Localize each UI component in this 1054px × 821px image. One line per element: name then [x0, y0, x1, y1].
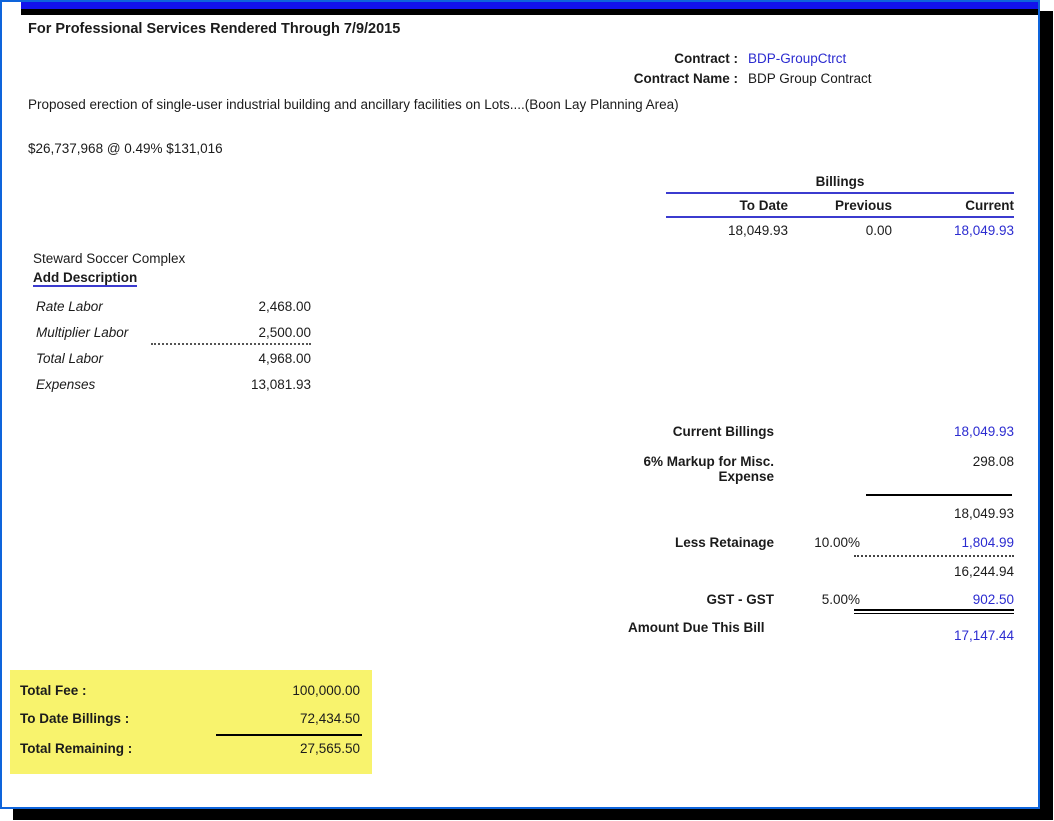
spacer: [600, 506, 774, 521]
total-fee-value: 100,000.00: [292, 682, 360, 700]
top-rule-black-bar: [21, 9, 1038, 15]
phase-row-label: Expenses: [33, 372, 95, 398]
fee-totals-highlight-box: Total Fee : 100,000.00 To Date Billings …: [10, 670, 372, 774]
fee-basis-line: $26,737,968 @ 0.49% $131,016: [28, 141, 223, 156]
billings-col-to-date: To Date: [666, 194, 788, 216]
report-top-rule: [21, 2, 1038, 15]
billings-current-value[interactable]: 18,049.93: [892, 222, 1014, 240]
subtotal-after-markup-row: 18,049.93: [600, 506, 1014, 521]
contract-row: Contract : BDP-GroupCtrct: [538, 49, 1018, 69]
billings-table: Billings To Date Previous Current 18,049…: [666, 172, 1014, 240]
contract-value-link[interactable]: BDP-GroupCtrct: [748, 49, 846, 69]
current-billings-pct: [774, 424, 860, 439]
spacer: [800, 620, 860, 643]
spacer: [774, 506, 860, 521]
invoice-preview-window: For Professional Services Rendered Throu…: [0, 0, 1040, 809]
amount-due-value[interactable]: 17,147.44: [860, 620, 1014, 643]
spacer: [600, 564, 774, 579]
billings-table-header-row: To Date Previous Current: [666, 194, 1014, 218]
billings-table-title: Billings: [666, 172, 1014, 194]
markup-pct: [774, 454, 860, 484]
current-billings-value[interactable]: 18,049.93: [860, 424, 1014, 439]
billings-previous-value: 0.00: [788, 222, 892, 240]
amount-due-row: Amount Due This Bill 17,147.44: [600, 620, 1014, 643]
amount-due-double-rule: [854, 609, 1014, 614]
contract-name-label: Contract Name :: [538, 69, 738, 89]
retainage-row: Less Retainage 10.00% 1,804.99: [600, 535, 1014, 550]
add-description-link[interactable]: Add Description: [33, 270, 137, 287]
phase-row-rate-labor: Rate Labor 2,468.00: [33, 294, 311, 320]
billings-to-date-value: 18,049.93: [666, 222, 788, 240]
markup-label: 6% Markup for Misc. Expense: [600, 454, 774, 484]
current-billings-row: Current Billings 18,049.93: [600, 424, 1014, 439]
phase-row-total-labor: Total Labor 4,968.00: [33, 346, 311, 372]
total-remaining-row: Total Remaining : 27,565.50: [10, 740, 372, 758]
amount-due-label: Amount Due This Bill: [600, 620, 800, 643]
gst-row: GST - GST 5.00% 902.50: [600, 592, 1014, 607]
phase-detail-block: Steward Soccer Complex Add Description R…: [33, 250, 311, 398]
billing-summary-block: Current Billings 18,049.93 6% Markup for…: [600, 418, 1014, 663]
gst-pct: 5.00%: [774, 592, 860, 607]
phase-row-label: Rate Labor: [33, 294, 103, 320]
phase-row-expenses: Expenses 13,081.93: [33, 372, 311, 398]
to-date-billings-row: To Date Billings : 72,434.50: [10, 710, 372, 728]
markup-label-line1: 6% Markup for Misc.: [643, 454, 774, 469]
phase-row-label: Multiplier Labor: [33, 320, 128, 346]
contract-label: Contract :: [538, 49, 738, 69]
retainage-label: Less Retainage: [600, 535, 774, 550]
to-date-billings-label: To Date Billings :: [20, 710, 129, 728]
markup-subtotal-rule: [866, 494, 1012, 496]
phase-name: Steward Soccer Complex: [33, 250, 311, 268]
subtotal-after-retainage-value: 16,244.94: [860, 564, 1014, 579]
spacer: [774, 564, 860, 579]
total-remaining-label: Total Remaining :: [20, 740, 132, 758]
markup-value: 298.08: [860, 454, 1014, 484]
totals-subtotal-rule: [216, 734, 362, 736]
billings-col-current: Current: [892, 194, 1014, 216]
contract-block: Contract : BDP-GroupCtrct Contract Name …: [538, 49, 1018, 89]
project-description: Proposed erection of single-user industr…: [28, 97, 679, 112]
contract-name-row: Contract Name : BDP Group Contract: [538, 69, 1018, 89]
total-fee-label: Total Fee :: [20, 682, 87, 700]
top-rule-blue-bar: [21, 2, 1038, 9]
retainage-pct: 10.00%: [774, 535, 860, 550]
report-title: For Professional Services Rendered Throu…: [28, 21, 400, 37]
gst-value[interactable]: 902.50: [860, 592, 1014, 607]
retainage-dotted-rule: [854, 555, 1014, 557]
subtotal-after-retainage-row: 16,244.94: [600, 564, 1014, 579]
gst-label: GST - GST: [600, 592, 774, 607]
total-fee-row: Total Fee : 100,000.00: [10, 682, 372, 700]
subtotal-after-markup-value: 18,049.93: [860, 506, 1014, 521]
phase-row-label: Total Labor: [33, 346, 103, 372]
phase-rows: Rate Labor 2,468.00 Multiplier Labor 2,5…: [33, 294, 311, 398]
phase-row-value: 2,500.00: [191, 320, 311, 346]
contract-name-value: BDP Group Contract: [748, 69, 872, 89]
markup-label-line2: Expense: [718, 469, 774, 484]
total-remaining-value: 27,565.50: [300, 740, 360, 758]
billings-table-value-row: 18,049.93 0.00 18,049.93: [666, 218, 1014, 240]
to-date-billings-value: 72,434.50: [300, 710, 360, 728]
markup-row: 6% Markup for Misc. Expense 298.08: [600, 454, 1014, 484]
retainage-value[interactable]: 1,804.99: [860, 535, 1014, 550]
current-billings-label: Current Billings: [600, 424, 774, 439]
phase-row-value: 4,968.00: [191, 346, 311, 372]
billings-col-previous: Previous: [788, 194, 892, 216]
phase-row-value: 13,081.93: [191, 372, 311, 398]
phase-row-value: 2,468.00: [191, 294, 311, 320]
